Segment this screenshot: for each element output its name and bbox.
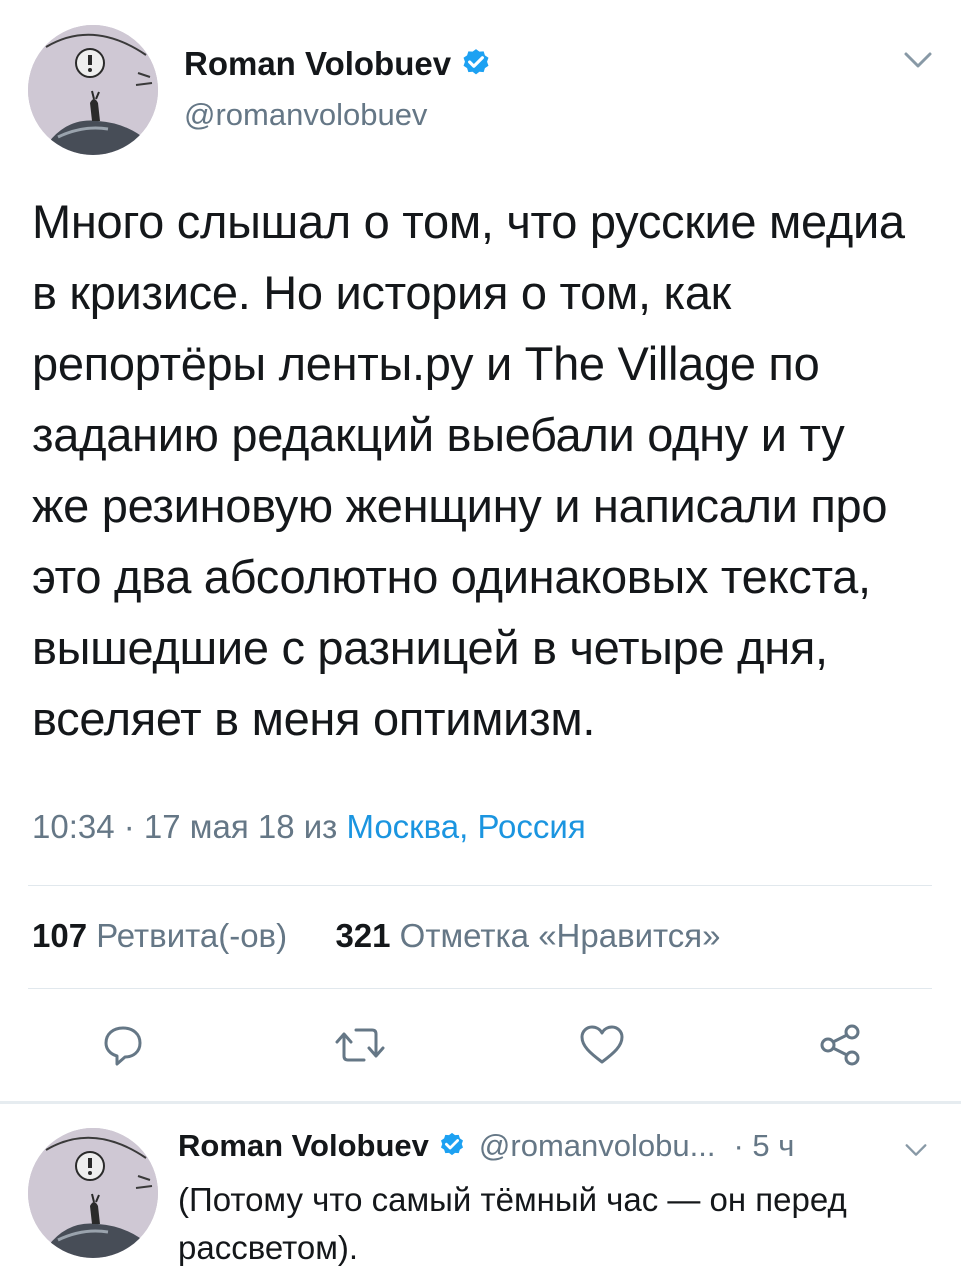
tweet-stats: 107 Ретвита(-ов) 321 Отметка «Нравится» <box>32 917 721 955</box>
retweet-button[interactable] <box>334 1022 386 1068</box>
author-avatar[interactable] <box>28 25 158 155</box>
retweets-label[interactable]: Ретвита(-ов) <box>96 917 287 954</box>
retweet-icon <box>335 1028 385 1062</box>
reply-author-name[interactable]: Roman Volobuev <box>178 1128 429 1164</box>
tweet-timestamp: 10:34 · 17 мая 18 из <box>32 808 347 845</box>
reply-icon <box>104 1026 142 1066</box>
author-name[interactable]: Roman Volobuev <box>184 45 451 83</box>
reply-header: Roman Volobuev @romanvolobu... · 5 ч <box>178 1128 794 1164</box>
verified-badge-icon <box>437 1131 467 1161</box>
share-icon <box>820 1024 860 1066</box>
divider <box>28 988 932 989</box>
reply-author-handle[interactable]: @romanvolobu... <box>479 1128 716 1164</box>
share-button[interactable] <box>816 1022 864 1068</box>
chevron-down-icon[interactable] <box>900 48 936 72</box>
tweet-meta: 10:34 · 17 мая 18 из Москва, Россия <box>32 808 586 846</box>
reply-author-avatar[interactable] <box>28 1128 158 1258</box>
reply-text: (Потому что самый тёмный час — он перед … <box>178 1181 847 1266</box>
author-name-row: Roman Volobuev <box>184 45 493 83</box>
chevron-down-icon[interactable] <box>902 1140 930 1160</box>
divider <box>28 885 932 886</box>
reply-button[interactable] <box>100 1022 146 1068</box>
verified-badge-icon <box>459 47 493 81</box>
tweet-location-link[interactable]: Москва, Россия <box>346 808 585 845</box>
heart-icon <box>580 1025 624 1064</box>
tweet-action-bar <box>0 1022 961 1072</box>
tweet-text: Много слышал о том, что русские медиа в … <box>32 195 905 745</box>
reply-time[interactable]: · 5 ч <box>733 1128 794 1164</box>
likes-count[interactable]: 321 <box>335 917 390 954</box>
section-separator <box>0 1101 961 1104</box>
author-handle[interactable]: @romanvolobuev <box>184 97 427 133</box>
likes-label[interactable]: Отметка «Нравится» <box>400 917 721 954</box>
like-button[interactable] <box>578 1022 626 1068</box>
retweets-count[interactable]: 107 <box>32 917 87 954</box>
